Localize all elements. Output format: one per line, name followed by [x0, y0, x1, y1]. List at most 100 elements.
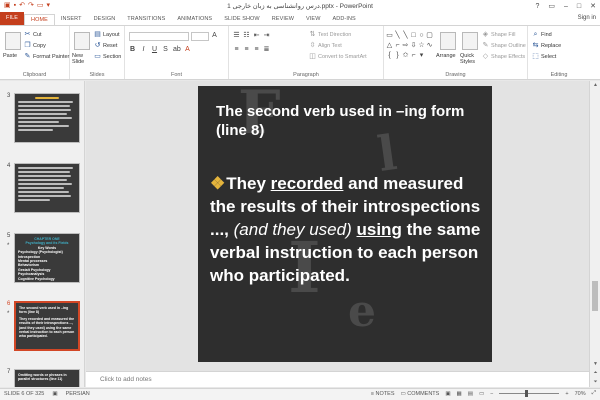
underline-icon[interactable]: U [151, 46, 158, 53]
reading-view-icon[interactable]: ▤ [468, 391, 473, 397]
align-text-button[interactable]: ⇳ Align Text [309, 42, 342, 49]
tab-add-ins[interactable]: ADD-INS [327, 14, 362, 25]
arrange-icon[interactable] [440, 32, 456, 50]
justify-icon[interactable]: ≣ [263, 46, 270, 53]
current-slide[interactable]: F l I e The second verb used in –ing for… [198, 86, 492, 362]
paste-icon[interactable] [5, 32, 21, 50]
notes-button[interactable]: ≡ NOTES [371, 391, 395, 397]
normal-view-icon[interactable]: ▣ [445, 391, 450, 397]
arrange-button[interactable]: Arrange [436, 53, 456, 59]
strikethrough-icon[interactable]: ab [173, 46, 181, 53]
align-right-icon[interactable]: ≡ [253, 46, 260, 53]
slideshow-view-icon[interactable]: ▭ [479, 391, 484, 397]
tab-insert[interactable]: INSERT [55, 14, 88, 25]
vertical-scrollbar[interactable]: ▲ ▼ ⏶ ⏷ [589, 81, 600, 387]
next-slide-icon[interactable]: ⏷ [590, 378, 600, 387]
tab-file[interactable]: FILE [0, 12, 25, 25]
numbering-icon[interactable]: ☷ [243, 32, 250, 39]
ribbon-display-button[interactable]: ▭ [548, 2, 555, 10]
tab-home[interactable]: HOME [24, 14, 55, 25]
fit-slide-icon[interactable]: ⤢ [592, 390, 596, 397]
text-box-shape-icon[interactable]: ▭ [386, 31, 393, 40]
cut-button[interactable]: ✂ Cut [24, 31, 42, 38]
spellcheck-icon[interactable]: ▣ [52, 391, 57, 397]
slide-heading[interactable]: The second verb used in –ing form (line … [216, 102, 486, 140]
bracket2-shape-icon[interactable]: ⌐ [410, 51, 417, 60]
select-button[interactable]: ⬚ Select [532, 53, 556, 60]
notes-pane[interactable]: Click to add notes [86, 371, 589, 387]
thumbnail-image[interactable] [14, 163, 80, 213]
tab-review[interactable]: REVIEW [266, 14, 300, 25]
line2-shape-icon[interactable]: ╲ [402, 31, 409, 40]
layout-button[interactable]: ▤ Layout [94, 31, 119, 38]
zoom-slider[interactable] [499, 390, 560, 397]
paste-button[interactable]: Paste [3, 53, 17, 59]
convert-smartart-button[interactable]: ◫ Convert to SmartArt [309, 53, 366, 60]
font-color-icon[interactable]: A [184, 46, 191, 53]
shadow-icon[interactable]: S [162, 46, 169, 53]
comments-button[interactable]: ▭ COMMENTS [401, 391, 440, 397]
curve-shape-icon[interactable]: ∿ [426, 41, 433, 50]
font-grow-icon[interactable]: A [211, 32, 218, 39]
brace2-shape-icon[interactable]: } [394, 51, 401, 60]
find-button[interactable]: ⌕ Find [532, 31, 552, 38]
shape-outline-button[interactable]: ✎ Shape Outline [482, 42, 526, 49]
align-left-icon[interactable]: ≡ [233, 46, 240, 53]
replace-button[interactable]: ⇆ Replace [532, 42, 562, 49]
scroll-up-icon[interactable]: ▲ [590, 81, 600, 90]
scroll-down-icon[interactable]: ▼ [590, 360, 600, 369]
text-direction-button[interactable]: ⇅ Text Direction [309, 31, 352, 38]
thumbnail-image[interactable]: CHAPTER ONE Psychology and its Fields Ke… [14, 233, 80, 283]
zoom-slider-knob[interactable] [525, 390, 529, 397]
bullets-icon[interactable]: ☰ [233, 32, 240, 39]
shape-fill-button[interactable]: ◈ Shape Fill [482, 31, 516, 38]
font-size-select[interactable] [191, 32, 209, 41]
notes-placeholder[interactable]: Click to add notes [100, 376, 152, 383]
quick-styles-button[interactable]: Quick Styles [460, 53, 480, 65]
new-slide-button[interactable]: New Slide [72, 53, 94, 65]
brace-shape-icon[interactable]: { [386, 51, 393, 60]
slide-body-text[interactable]: ❖They recorded and measured the results … [210, 172, 488, 287]
font-family-select[interactable] [129, 32, 189, 41]
tab-transitions[interactable]: TRANSITIONS [121, 14, 171, 25]
slide-thumbnail-panel[interactable]: 3 4 5 * CHAPTER ONE Psychology and its F… [0, 81, 85, 387]
star2-shape-icon[interactable]: ✩ [402, 51, 409, 60]
help-button[interactable]: ? [535, 3, 539, 10]
italic-icon[interactable]: I [140, 46, 147, 53]
reset-button[interactable]: ↺ Reset [94, 42, 118, 49]
sign-in-link[interactable]: Sign in [578, 15, 596, 21]
zoom-out-icon[interactable]: − [490, 391, 493, 397]
section-button[interactable]: ▭ Section [94, 53, 121, 60]
tab-slide-show[interactable]: SLIDE SHOW [218, 14, 266, 25]
thumbnail-image[interactable]: Omitting words or phrases in parallel st… [14, 369, 80, 387]
rounded-rect-shape-icon[interactable]: ▢ [426, 31, 433, 40]
thumbnail-image[interactable] [14, 93, 80, 143]
language-indicator[interactable]: PERSIAN [66, 391, 90, 397]
minimize-button[interactable]: – [564, 3, 568, 10]
rect-shape-icon[interactable]: □ [410, 31, 417, 40]
scrollbar-thumb[interactable] [592, 281, 598, 311]
format-painter-button[interactable]: ✎ Format Painter [24, 53, 70, 60]
previous-slide-icon[interactable]: ⏶ [590, 369, 600, 378]
more-shapes-icon[interactable]: ▾ [418, 51, 425, 60]
arrow-right-shape-icon[interactable]: ⇨ [402, 41, 409, 50]
slide-sorter-icon[interactable]: ▦ [457, 391, 462, 397]
shape-effects-button[interactable]: ◇ Shape Effects [482, 53, 525, 60]
bold-icon[interactable]: B [129, 46, 136, 53]
align-center-icon[interactable]: ≡ [243, 46, 250, 53]
decrease-indent-icon[interactable]: ⇤ [253, 32, 260, 39]
bracket-shape-icon[interactable]: ⌐ [394, 41, 401, 50]
oval-shape-icon[interactable]: ○ [418, 31, 425, 40]
shapes-gallery[interactable]: ▭ ╲ ╲ □ ○ ▢ △ ⌐ ⇨ ⇩ ☆ ∿ {} ✩ ⌐ ▾ [386, 31, 433, 61]
tab-design[interactable]: DESIGN [88, 14, 122, 25]
line-shape-icon[interactable]: ╲ [394, 31, 401, 40]
tab-animations[interactable]: ANIMATIONS [171, 14, 218, 25]
close-button[interactable]: ✕ [590, 2, 596, 10]
zoom-in-icon[interactable]: + [565, 391, 568, 397]
increase-indent-icon[interactable]: ⇥ [263, 32, 270, 39]
quick-styles-icon[interactable] [462, 32, 478, 50]
thumbnail-image-selected[interactable]: The second verb used in –ing form (line … [14, 301, 80, 351]
zoom-level[interactable]: 70% [575, 391, 586, 397]
tab-view[interactable]: VIEW [300, 14, 326, 25]
arrow-down-shape-icon[interactable]: ⇩ [410, 41, 417, 50]
